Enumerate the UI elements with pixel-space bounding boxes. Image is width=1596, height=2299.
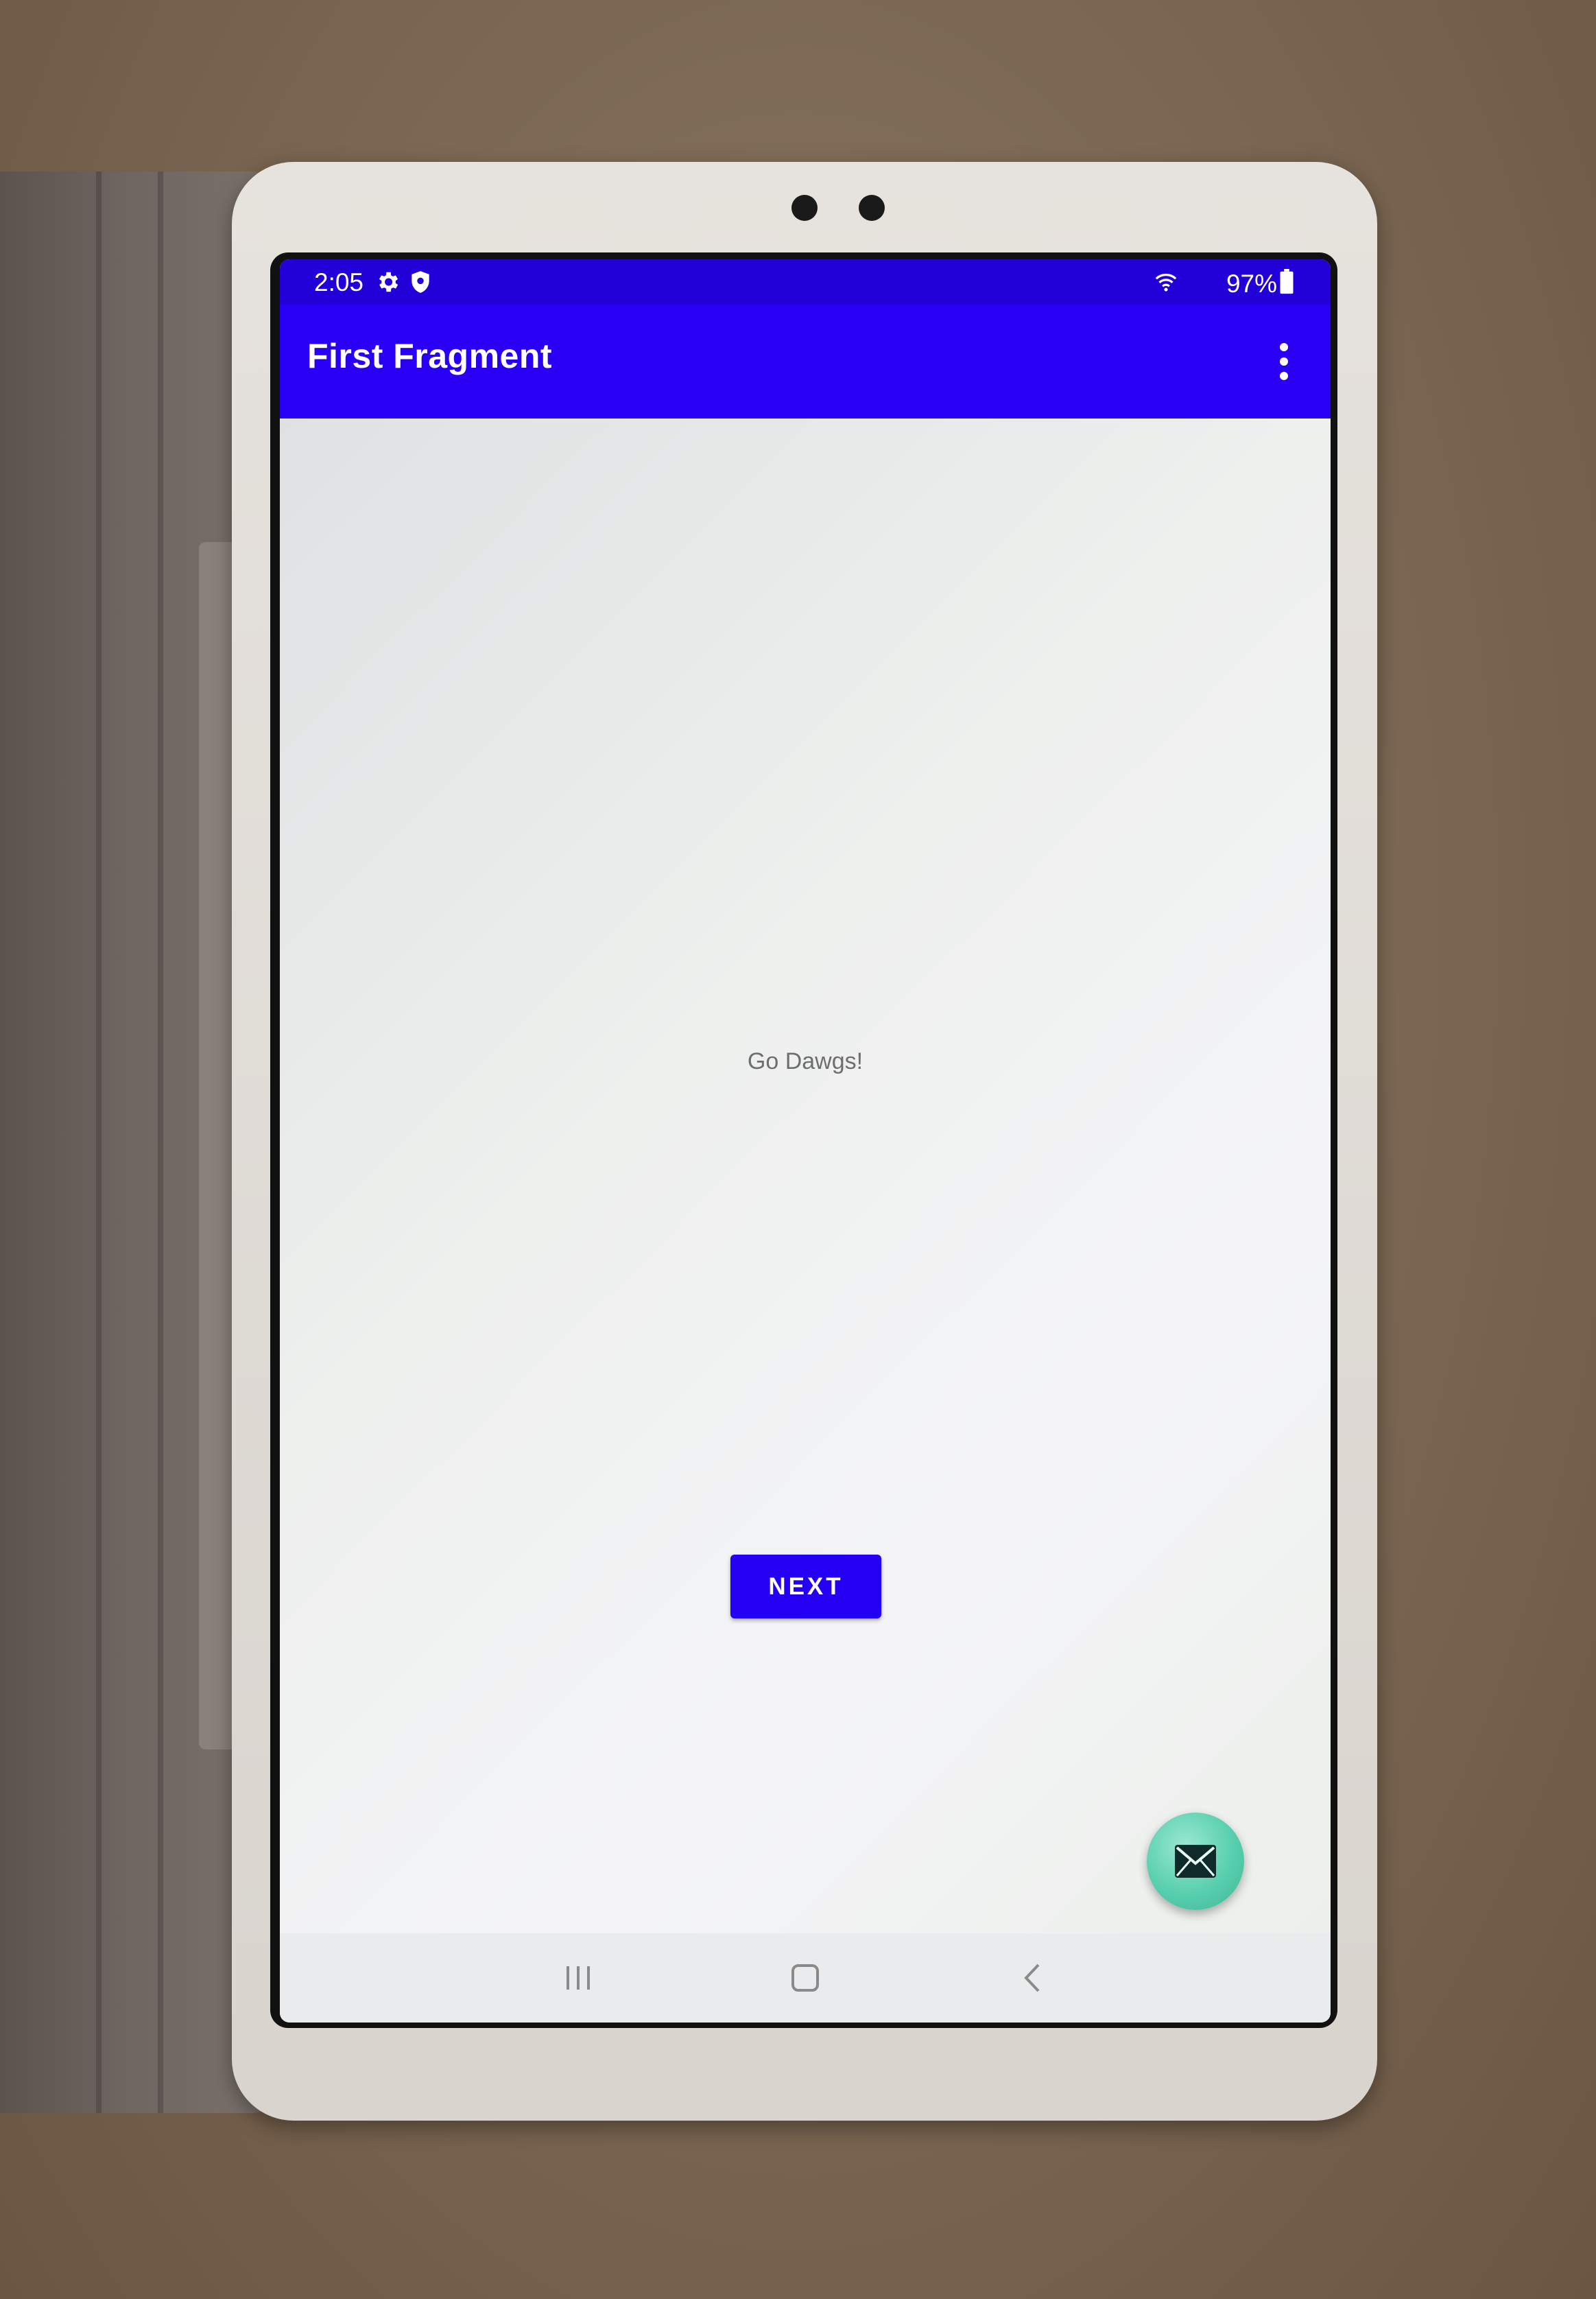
status-time: 2:05	[314, 268, 364, 296]
greeting-text: Go Dawgs!	[747, 1048, 863, 1074]
email-icon	[1175, 1845, 1216, 1878]
email-fab[interactable]	[1147, 1813, 1244, 1910]
device-screen: 2:05 97% First Fragment Go Dawgs! NEXT	[280, 259, 1331, 2023]
cover-fold	[158, 172, 163, 2113]
back-button[interactable]	[1008, 1954, 1056, 2002]
battery-percentage: 97%	[1226, 270, 1277, 298]
recents-icon	[567, 1966, 590, 1990]
next-button[interactable]: NEXT	[730, 1555, 881, 1618]
app-bar: First Fragment	[280, 305, 1331, 418]
navigation-bar	[280, 1933, 1331, 2023]
home-icon	[791, 1964, 819, 1992]
fragment-content: Go Dawgs! NEXT	[280, 418, 1331, 1962]
recents-button[interactable]	[554, 1954, 602, 2002]
overflow-menu-icon	[1280, 343, 1288, 380]
tablet-cover	[0, 172, 267, 2113]
front-camera	[791, 195, 818, 221]
page-title: First Fragment	[307, 337, 553, 375]
shield-icon	[407, 269, 433, 295]
wifi-icon	[1152, 269, 1178, 295]
settings-icon	[374, 269, 401, 295]
overflow-menu-button[interactable]	[1263, 338, 1305, 386]
status-bar: 2:05 97%	[280, 259, 1331, 305]
cover-fold	[96, 172, 102, 2113]
front-sensor	[859, 195, 885, 221]
back-icon	[1024, 1964, 1040, 1992]
cover-clip	[199, 542, 237, 1749]
home-button[interactable]	[781, 1954, 829, 2002]
battery-icon	[1278, 269, 1305, 295]
